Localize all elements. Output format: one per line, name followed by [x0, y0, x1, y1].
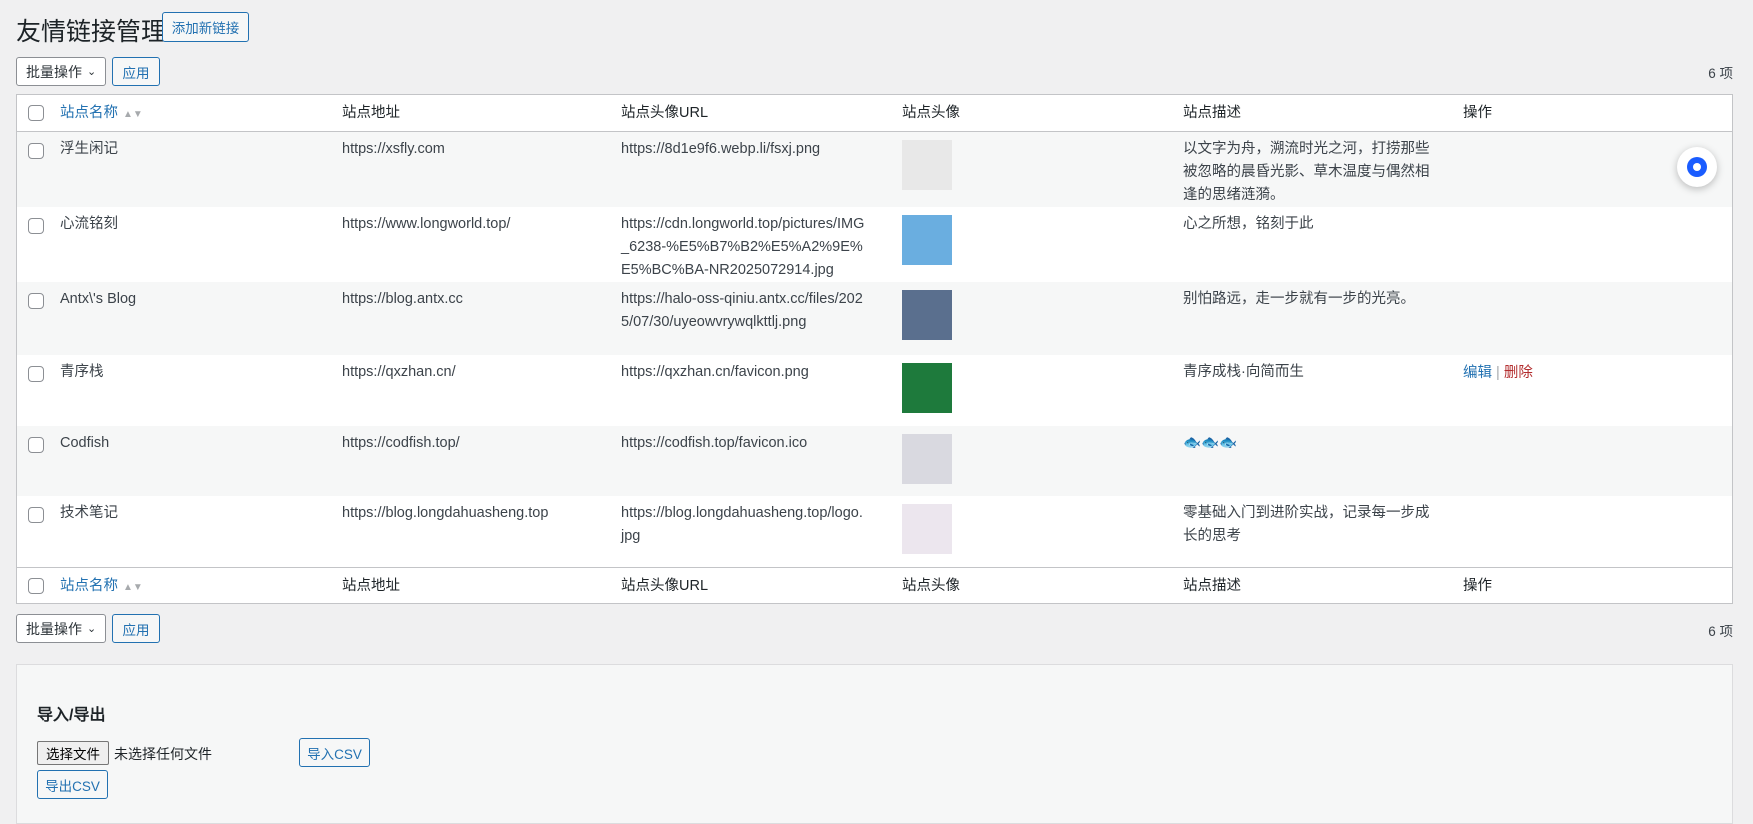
row-checkbox[interactable] — [28, 507, 44, 523]
column-header: 站点地址 — [342, 578, 400, 594]
site-avatar — [902, 290, 952, 340]
chat-icon — [1687, 157, 1707, 177]
site-avatar — [902, 363, 952, 413]
bulk-action-label: 批量操作 — [26, 63, 82, 80]
links-table: 站点名称 ▲▼ 站点地址 站点头像URL 站点头像 站点描述 操作 浮生闲记 https:/… — [16, 94, 1733, 604]
select-all-checkbox[interactable] — [28, 105, 44, 121]
sort-icon: ▲▼ — [123, 582, 143, 593]
site-name: Codfish — [60, 435, 110, 451]
action-separator: | — [1496, 365, 1500, 381]
table-row: 心流铭刻 https://www.longworld.top/ https://… — [17, 207, 1732, 282]
avatar-url: https://8d1e9f6.webp.li/fsxj.png — [621, 141, 821, 157]
page-title: 友情链接管理 — [16, 18, 167, 46]
table-footer: 站点名称 ▲▼ 站点地址 站点头像URL 站点头像 站点描述 操作 — [17, 567, 1732, 604]
row-checkbox[interactable] — [28, 437, 44, 453]
site-url: https://www.longworld.top/ — [342, 216, 511, 232]
site-description: 🐟🐟🐟 — [1183, 435, 1238, 451]
choose-file-button[interactable]: 选择文件 — [37, 741, 109, 765]
chat-float-button[interactable] — [1677, 147, 1717, 187]
item-count-bottom: 6 项 — [1708, 624, 1733, 639]
table-row: Codfish https://codfish.top/ https://cod… — [17, 426, 1732, 496]
site-avatar — [902, 140, 952, 190]
site-url: https://qxzhan.cn/ — [342, 364, 456, 380]
site-name: 浮生闲记 — [60, 141, 118, 157]
avatar-url: https://qxzhan.cn/favicon.png — [621, 364, 809, 380]
site-name: 青序栈 — [60, 364, 104, 380]
bulk-action-select-bottom[interactable]: 批量操作 ⌄ — [16, 614, 106, 643]
row-checkbox[interactable] — [28, 366, 44, 382]
site-name: 心流铭刻 — [60, 216, 118, 232]
avatar-url: https://blog.longdahuasheng.top/logo.jpg — [621, 505, 863, 544]
column-header: 站点描述 — [1183, 105, 1241, 121]
sort-icon: ▲▼ — [123, 109, 143, 120]
import-export-title: 导入/导出 — [37, 707, 106, 724]
site-url: https://xsfly.com — [342, 141, 445, 157]
site-url: https://blog.longdahuasheng.top — [342, 505, 549, 521]
site-name: 技术笔记 — [60, 505, 118, 521]
edit-link[interactable]: 编辑 — [1463, 365, 1492, 381]
site-name: Antx\'s Blog — [60, 291, 137, 307]
table-row: Antx\'s Blog https://blog.antx.cc https:… — [17, 282, 1732, 355]
bulk-action-select-top[interactable]: 批量操作 ⌄ — [16, 57, 106, 86]
column-header-name[interactable]: 站点名称 ▲▼ — [60, 575, 143, 599]
apply-button-bottom[interactable]: 应用 — [112, 614, 160, 643]
column-header: 操作 — [1463, 105, 1492, 121]
column-header: 站点头像URL — [621, 105, 709, 121]
chevron-down-icon: ⌄ — [87, 66, 97, 78]
import-csv-button[interactable]: 导入CSV — [299, 738, 370, 767]
avatar-url: https://cdn.longworld.top/pictures/IMG_6… — [621, 216, 865, 278]
item-count-top: 6 项 — [1708, 66, 1733, 81]
site-avatar — [902, 215, 952, 265]
column-header: 站点描述 — [1183, 578, 1241, 594]
row-checkbox[interactable] — [28, 218, 44, 234]
site-avatar — [902, 434, 952, 484]
site-description: 心之所想，铭刻于此 — [1183, 216, 1314, 232]
delete-link[interactable]: 删除 — [1504, 365, 1533, 381]
table-row: 浮生闲记 https://xsfly.com https://8d1e9f6.w… — [17, 132, 1732, 207]
column-header: 站点头像 — [902, 578, 960, 594]
apply-button-top[interactable]: 应用 — [112, 57, 160, 86]
row-checkbox[interactable] — [28, 143, 44, 159]
bulk-action-label: 批量操作 — [26, 620, 82, 637]
table-row: 技术笔记 https://blog.longdahuasheng.top htt… — [17, 496, 1732, 567]
site-avatar — [902, 504, 952, 554]
select-all-checkbox[interactable] — [28, 578, 44, 594]
column-header: 操作 — [1463, 578, 1492, 594]
column-header-name[interactable]: 站点名称 ▲▼ — [60, 102, 143, 126]
avatar-url: https://halo-oss-qiniu.antx.cc/files/202… — [621, 291, 863, 330]
row-checkbox[interactable] — [28, 293, 44, 309]
site-description: 青序成栈·向简而生 — [1183, 364, 1304, 380]
site-url: https://blog.antx.cc — [342, 291, 463, 307]
site-description: 以文字为舟，溯流时光之河，打捞那些被忽略的晨昏光影、草木温度与偶然相逢的思绪涟漪… — [1183, 141, 1430, 203]
column-header-label: 站点名称 — [60, 578, 118, 594]
site-url: https://codfish.top/ — [342, 435, 460, 451]
add-new-link-button[interactable]: 添加新链接 — [162, 12, 249, 42]
site-description: 零基础入门到进阶实战，记录每一步成长的思考 — [1183, 505, 1430, 544]
chevron-down-icon: ⌄ — [87, 623, 97, 635]
table-row: 青序栈 https://qxzhan.cn/ https://qxzhan.cn… — [17, 355, 1732, 426]
no-file-text: 未选择任何文件 — [114, 746, 212, 762]
import-export-panel: 导入/导出 选择文件 未选择任何文件 导入CSV 导出CSV — [16, 664, 1733, 824]
column-header: 站点地址 — [342, 105, 400, 121]
table-header: 站点名称 ▲▼ 站点地址 站点头像URL 站点头像 站点描述 操作 — [17, 95, 1732, 132]
site-description: 别怕路远，走一步就有一步的光亮。 — [1183, 291, 1415, 307]
column-header-label: 站点名称 — [60, 105, 118, 121]
avatar-url: https://codfish.top/favicon.ico — [621, 435, 808, 451]
column-header: 站点头像 — [902, 105, 960, 121]
row-actions: 编辑 | 删除 — [1463, 362, 1533, 385]
export-csv-button[interactable]: 导出CSV — [37, 770, 108, 799]
column-header: 站点头像URL — [621, 578, 709, 594]
